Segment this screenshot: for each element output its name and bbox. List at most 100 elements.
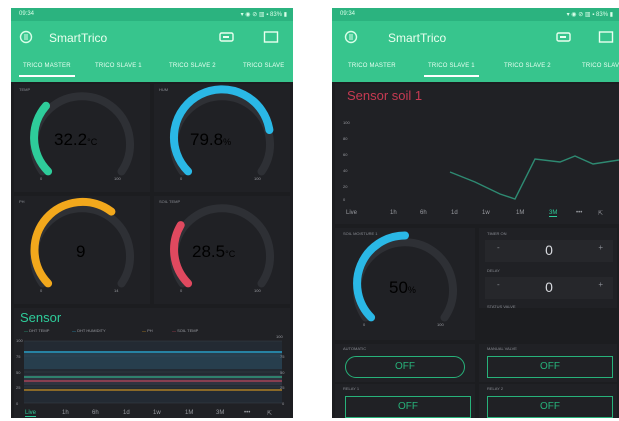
- period-6h[interactable]: 6h: [420, 210, 427, 216]
- relay-2-label: RELAY 2: [487, 386, 504, 391]
- tab-bar: TRICO MASTER TRICO SLAVE 1 TRICO SLAVE 2…: [11, 54, 293, 82]
- tab-trico-slave-1[interactable]: TRICO SLAVE 1: [424, 63, 479, 77]
- status-time: 09:34: [19, 11, 35, 17]
- period-6h[interactable]: 6h: [92, 410, 99, 416]
- plus-button[interactable]: +: [598, 280, 603, 289]
- soil-chart-line: [449, 155, 619, 200]
- tab-trico-master[interactable]: TRICO MASTER: [19, 63, 75, 77]
- status-bar: 09:34 ▾ ◉ ⊘ ▥ ▪ 83% ▮: [11, 8, 293, 21]
- period-1m[interactable]: 1M: [516, 210, 524, 216]
- period-3m[interactable]: 3M: [216, 410, 224, 416]
- fullscreen-icon[interactable]: [598, 30, 614, 44]
- relay-1-off-button[interactable]: OFF: [345, 396, 471, 418]
- manual-valve-label: MANUAL VALVE: [487, 346, 517, 351]
- gauge-max: 100: [254, 176, 261, 181]
- period-1h[interactable]: 1h: [62, 410, 69, 416]
- delay-stepper[interactable]: - 0 +: [485, 277, 613, 299]
- gauge-min: 0: [40, 176, 43, 181]
- relay-2-off-button[interactable]: OFF: [487, 396, 613, 418]
- period-1w[interactable]: 1w: [482, 210, 490, 216]
- timer-on-value: 0: [545, 242, 553, 258]
- manual-valve-control: MANUAL VALVE OFF: [479, 344, 617, 382]
- axis-right-tick: 0: [282, 401, 285, 406]
- axis-left-tick: 0: [16, 401, 19, 406]
- automatic-off-button[interactable]: OFF: [345, 356, 465, 378]
- tab-bar: TRICO MASTER TRICO SLAVE 1 TRICO SLAVE 2…: [332, 54, 619, 82]
- status-time: 09:34: [340, 11, 356, 17]
- settings-panel: TIMER ON - 0 + DELAY - 0 + STATUS VALVE: [479, 228, 617, 309]
- status-icons: ▾ ◉ ⊘ ▥ ▪ 83% ▮: [240, 12, 287, 18]
- delay-label: DELAY: [487, 268, 500, 273]
- axis-right-tick: 50: [280, 370, 285, 375]
- gauge-min: 0: [363, 322, 366, 327]
- sensor-chart: Sensor — DHT TEMP — DHT HUMIDITY — PH — …: [14, 308, 290, 418]
- period-1d[interactable]: 1d: [451, 210, 458, 216]
- relay-2-control: RELAY 2 OFF: [479, 384, 617, 418]
- axis-right-tick: 25: [280, 385, 285, 390]
- axis-left-tick: 100: [16, 338, 23, 343]
- tab-trico-slave-2[interactable]: TRICO SLAVE 2: [504, 63, 551, 69]
- gauge-soil-moisture: SOIL MOISTURE 1 50% 0 100: [335, 228, 475, 340]
- gauge-value: 50%: [389, 278, 416, 297]
- tab-trico-slave-2[interactable]: TRICO SLAVE 2: [169, 63, 216, 69]
- app-title: SmartTrico: [49, 31, 108, 45]
- period-1m[interactable]: 1M: [185, 410, 193, 416]
- axis-left-tick: 75: [16, 354, 21, 359]
- gauge-value: 79.8%: [190, 130, 232, 149]
- phone-screen-master: 09:34 ▾ ◉ ⊘ ▥ ▪ 83% ▮ SmartTrico TRICO M…: [11, 8, 293, 418]
- delay-value: 0: [545, 279, 553, 295]
- period-1h[interactable]: 1h: [390, 210, 397, 216]
- period-selector: Live 1h 6h 1d 1w 1M 3M ••• ⇱: [11, 410, 293, 418]
- tab-trico-slave-3[interactable]: TRICO SLAVE: [582, 63, 619, 69]
- axis-right-tick: 100: [276, 334, 283, 339]
- app-title: SmartTrico: [388, 31, 447, 45]
- expand-icon[interactable]: ⇱: [267, 410, 272, 417]
- gauge-temp: TEMP 32.2°C 0 100: [14, 84, 150, 192]
- dashboard-content: Sensor soil 1 100 80 60 40 20 0 Live 1h …: [332, 82, 619, 418]
- tab-trico-slave-3[interactable]: TRICO SLAVE: [243, 63, 284, 69]
- period-1d[interactable]: 1d: [123, 410, 130, 416]
- more-icon[interactable]: •••: [576, 210, 582, 216]
- dashboard-content: TEMP 32.2°C 0 100 HUM 79.8% 0 100 PH 9 0…: [11, 82, 293, 418]
- plus-button[interactable]: +: [598, 243, 603, 252]
- manual-valve-off-button[interactable]: OFF: [487, 356, 613, 378]
- automatic-control: AUTOMATIC OFF: [335, 344, 475, 382]
- device-icon[interactable]: [219, 30, 235, 44]
- gauge-soil-temp: SOIL TEMP 28.5°C 0 100: [154, 196, 290, 304]
- app-bar: SmartTrico: [11, 21, 293, 54]
- gauge-min: 0: [40, 288, 43, 293]
- gauge-max: 100: [114, 176, 121, 181]
- device-icon[interactable]: [556, 30, 572, 44]
- expand-icon[interactable]: ⇱: [598, 210, 603, 217]
- more-icon[interactable]: •••: [244, 410, 250, 416]
- timer-on-label: TIMER ON: [487, 231, 507, 236]
- tab-trico-slave-1[interactable]: TRICO SLAVE 1: [95, 63, 142, 69]
- gauge-min: 0: [180, 176, 183, 181]
- gauge-value: 32.2°C: [54, 130, 98, 149]
- status-valve-label: STATUS VALVE: [487, 304, 516, 309]
- phone-screen-slave-1: 09:34 ▾ ◉ ⊘ ▥ ▪ 83% ▮ SmartTrico TRICO M…: [332, 8, 619, 418]
- status-icons: ▾ ◉ ⊘ ▥ ▪ 83% ▮: [566, 12, 613, 18]
- soil-chart: Sensor soil 1 100 80 60 40 20 0: [335, 84, 619, 224]
- axis-right-tick: 75: [280, 354, 285, 359]
- period-1w[interactable]: 1w: [153, 410, 161, 416]
- tab-trico-master[interactable]: TRICO MASTER: [348, 63, 396, 69]
- period-live[interactable]: Live: [25, 410, 37, 417]
- period-3m[interactable]: 3M: [549, 210, 558, 217]
- fullscreen-icon[interactable]: [263, 30, 279, 44]
- timer-on-stepper[interactable]: - 0 +: [485, 240, 613, 262]
- status-bar: 09:34 ▾ ◉ ⊘ ▥ ▪ 83% ▮: [332, 8, 619, 21]
- gauge-max: 100: [254, 288, 261, 293]
- gauge-humidity: HUM 79.8% 0 100: [154, 84, 290, 192]
- automatic-label: AUTOMATIC: [343, 346, 367, 351]
- relay-1-control: RELAY 1 OFF: [335, 384, 475, 418]
- gauge-value: 28.5°C: [192, 242, 236, 261]
- axis-left-tick: 25: [16, 385, 21, 390]
- menu-icon[interactable]: [344, 30, 358, 44]
- chart-plot: [24, 340, 282, 404]
- gauge-max: 14: [114, 288, 119, 293]
- menu-icon[interactable]: [19, 30, 33, 44]
- period-live[interactable]: Live: [346, 210, 357, 216]
- gauge-value: 9: [76, 242, 86, 261]
- period-selector: Live 1h 6h 1d 1w 1M 3M ••• ⇱: [332, 210, 619, 222]
